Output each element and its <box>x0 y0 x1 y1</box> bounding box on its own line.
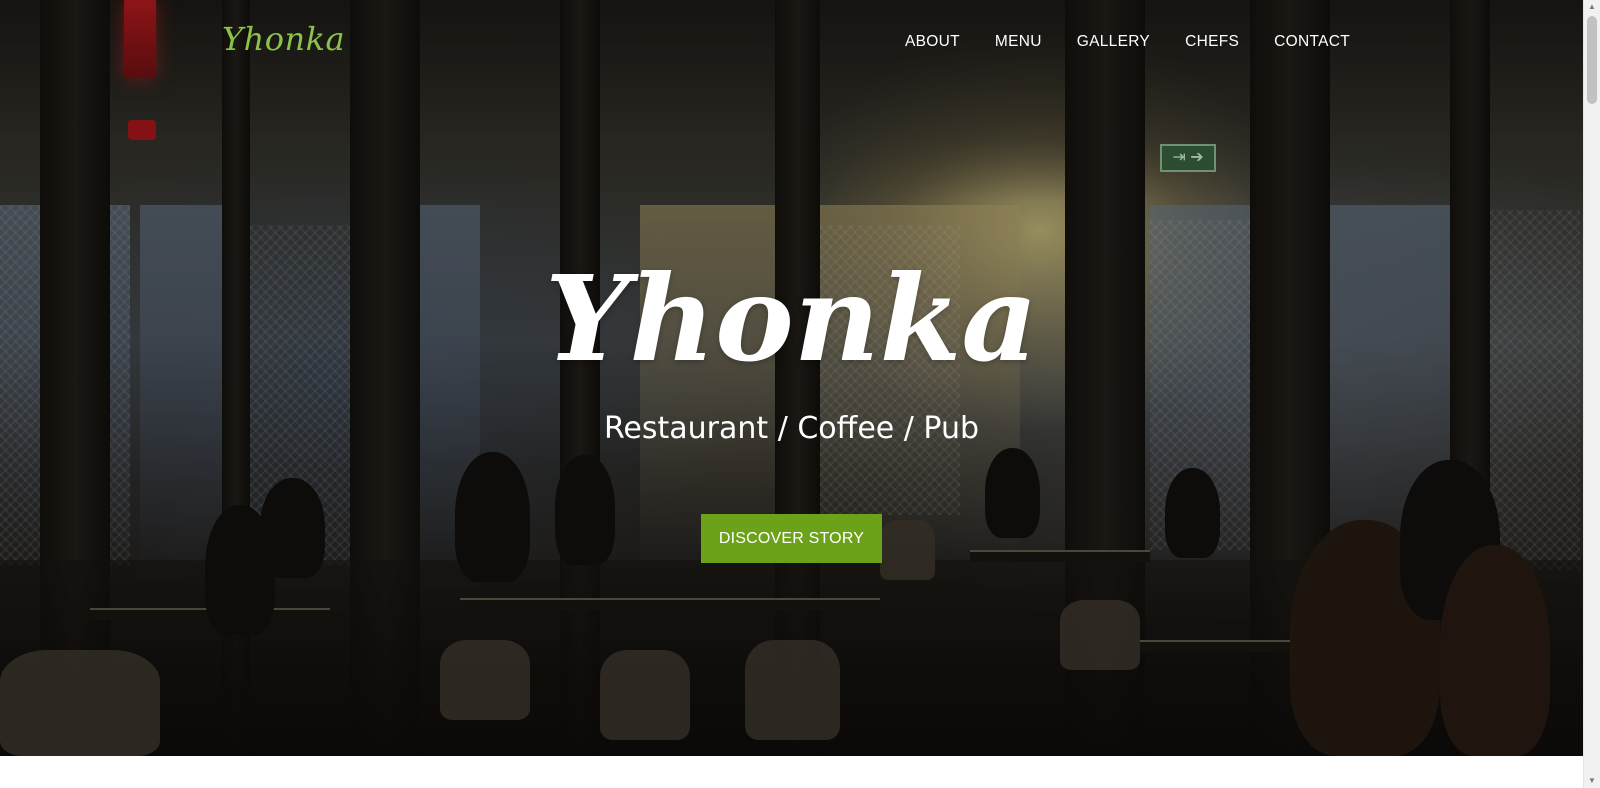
arrow-up-icon[interactable]: ▲ <box>1584 0 1600 14</box>
hero-section: ⇥ ➔ Yhonka ABOUT MENU GALLERY CHEFS CONT… <box>0 0 1583 756</box>
arrow-down-icon[interactable]: ▼ <box>1584 774 1600 788</box>
hero-subtitle: Restaurant / Coffee / Pub <box>603 411 980 446</box>
page-scrollbar[interactable]: ▲ ▼ <box>1583 0 1600 788</box>
page-viewport: ⇥ ➔ Yhonka ABOUT MENU GALLERY CHEFS CONT… <box>0 0 1583 788</box>
hero-title: Yhonka <box>545 249 1038 388</box>
discover-story-button[interactable]: DISCOVER STORY <box>701 514 882 563</box>
hero-content: Yhonka Restaurant / Coffee / Pub DISCOVE… <box>0 0 1583 756</box>
scrollbar-thumb[interactable] <box>1587 16 1597 104</box>
